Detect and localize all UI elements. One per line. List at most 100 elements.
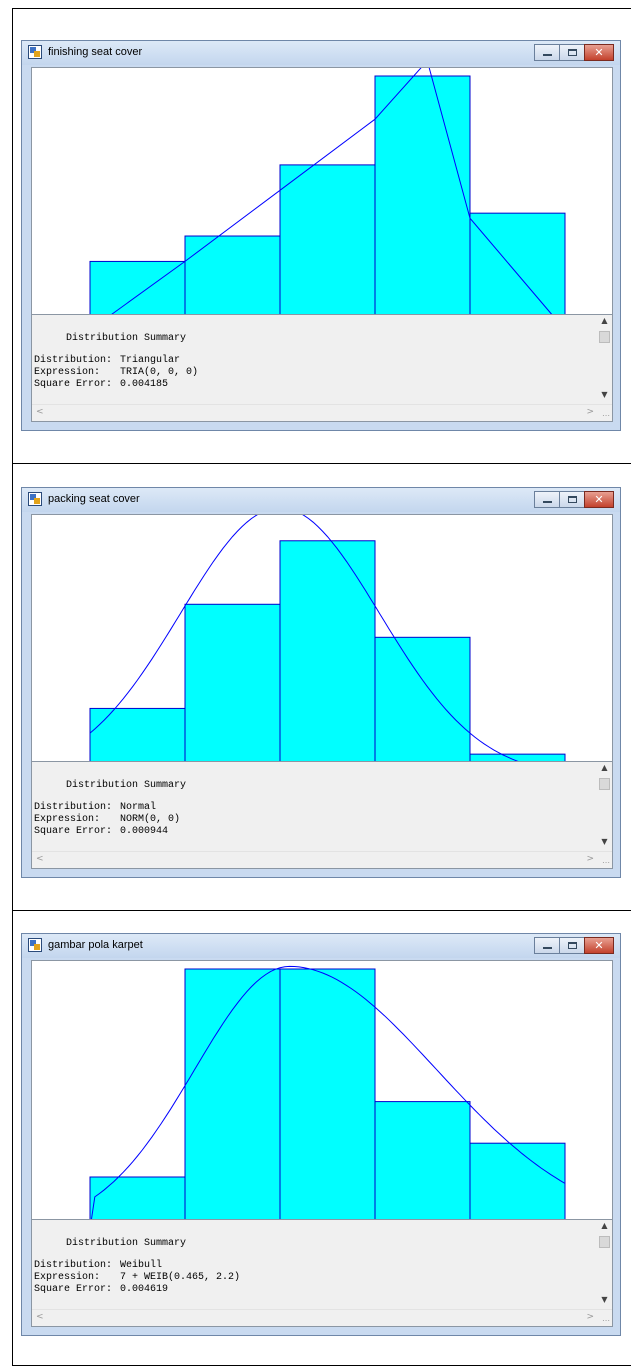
error-label: Square Error:	[34, 1284, 113, 1295]
close-button[interactable]	[584, 44, 614, 61]
close-icon	[585, 45, 613, 60]
scroll-left-icon[interactable]: <	[36, 407, 44, 417]
error-label: Square Error:	[34, 826, 113, 837]
maximize-button[interactable]	[559, 44, 585, 61]
close-icon	[585, 492, 613, 507]
scroll-thumb[interactable]	[599, 331, 610, 343]
summary-panel: Distribution Summary Distribution: Normal…	[31, 761, 613, 869]
window-controls	[534, 44, 614, 61]
resize-grip-icon[interactable]: ⋯	[602, 411, 610, 420]
scroll-right-icon[interactable]: >	[586, 1312, 594, 1322]
histogram-chart	[31, 514, 613, 792]
maximize-button[interactable]	[559, 491, 585, 508]
scroll-down-icon[interactable]: ▼	[597, 1295, 612, 1309]
scroll-down-icon[interactable]: ▼	[597, 390, 612, 404]
scroll-down-icon[interactable]: ▼	[597, 837, 612, 851]
summary-heading: Distribution Summary	[66, 333, 187, 344]
distribution-value: Triangular	[120, 355, 181, 366]
histogram-svg	[32, 515, 612, 778]
distribution-value: Weibull	[120, 1260, 163, 1271]
minimize-button[interactable]	[534, 491, 560, 508]
error-value: 0.000944	[120, 826, 169, 837]
scroll-right-icon[interactable]: >	[586, 854, 594, 864]
scroll-right-icon[interactable]: >	[586, 407, 594, 417]
histogram-bar	[279, 540, 376, 778]
app-icon	[28, 45, 42, 59]
maximize-icon	[560, 492, 584, 507]
minimize-icon	[535, 938, 559, 953]
distribution-label: Distribution:	[34, 802, 113, 813]
distribution-label: Distribution:	[34, 355, 113, 366]
window-title: packing seat cover	[48, 493, 140, 505]
histogram-bar	[469, 1142, 566, 1230]
distribution-window: packing seat cover Distribution Summary …	[21, 487, 621, 878]
horizontal-scrollbar[interactable]: < > ⋯	[32, 404, 612, 421]
minimize-icon	[535, 45, 559, 60]
histogram-chart	[31, 67, 613, 345]
expression-value: TRIA(0, 0, 0)	[120, 367, 199, 378]
summary-lines: Distribution: Normal Expression: NORM(0, 0)…	[34, 802, 180, 838]
expression-label: Expression:	[34, 1272, 101, 1283]
scroll-left-icon[interactable]: <	[36, 1312, 44, 1322]
window-controls	[534, 937, 614, 954]
title-bar[interactable]: finishing seat cover	[22, 41, 620, 65]
histogram-bar	[184, 968, 281, 1230]
maximize-button[interactable]	[559, 937, 585, 954]
vertical-scrollbar[interactable]: ▲ ▼	[597, 315, 612, 405]
resize-grip-icon[interactable]: ⋯	[602, 1316, 610, 1325]
expression-label: Expression:	[34, 814, 101, 825]
summary-heading: Distribution Summary	[66, 780, 187, 791]
minimize-icon	[535, 492, 559, 507]
histogram-bar	[374, 636, 471, 778]
close-icon	[585, 938, 613, 953]
minimize-button[interactable]	[534, 44, 560, 61]
window-title: finishing seat cover	[48, 46, 143, 58]
title-bar[interactable]: packing seat cover	[22, 488, 620, 512]
summary-lines: Distribution: Weibull Expression: 7 + WEIB(…	[34, 1260, 240, 1296]
table-row-divider	[13, 910, 631, 911]
histogram-chart	[31, 960, 613, 1244]
resize-grip-icon[interactable]: ⋯	[602, 858, 610, 867]
summary-panel: Distribution Summary Distribution: Triang…	[31, 314, 613, 422]
distribution-value: Normal	[120, 802, 157, 813]
vertical-scrollbar[interactable]: ▲ ▼	[597, 762, 612, 852]
window-title: gambar pola karpet	[48, 939, 143, 951]
histogram-bar	[279, 968, 376, 1230]
distribution-label: Distribution:	[34, 1260, 113, 1271]
scroll-thumb[interactable]	[599, 1236, 610, 1248]
close-button[interactable]	[584, 937, 614, 954]
histogram-bar	[279, 164, 376, 331]
scroll-up-icon[interactable]: ▲	[597, 316, 612, 330]
summary-lines: Distribution: Triangular Expression: TRIA(0…	[34, 355, 198, 391]
histogram-bar	[184, 603, 281, 778]
window-controls	[534, 491, 614, 508]
histogram-svg	[32, 965, 612, 1230]
histogram-bar	[374, 1101, 471, 1230]
expression-value: 7 + WEIB(0.465, 2.2)	[120, 1272, 241, 1283]
error-label: Square Error:	[34, 379, 113, 390]
scroll-left-icon[interactable]: <	[36, 854, 44, 864]
scroll-up-icon[interactable]: ▲	[597, 1221, 612, 1235]
close-button[interactable]	[584, 491, 614, 508]
summary-panel: Distribution Summary Distribution: Weibul…	[31, 1219, 613, 1327]
expression-label: Expression:	[34, 367, 101, 378]
scroll-up-icon[interactable]: ▲	[597, 763, 612, 777]
table-row-divider	[13, 463, 631, 464]
distribution-window: finishing seat cover Distribution Summar…	[21, 40, 621, 431]
distribution-window: gambar pola karpet Distribution Summary …	[21, 933, 621, 1336]
vertical-scrollbar[interactable]: ▲ ▼	[597, 1220, 612, 1310]
app-icon	[28, 492, 42, 506]
error-value: 0.004185	[120, 379, 169, 390]
title-bar[interactable]: gambar pola karpet	[22, 934, 620, 958]
maximize-icon	[560, 45, 584, 60]
histogram-svg	[32, 68, 612, 331]
horizontal-scrollbar[interactable]: < > ⋯	[32, 851, 612, 868]
app-icon	[28, 938, 42, 952]
error-value: 0.004619	[120, 1284, 169, 1295]
horizontal-scrollbar[interactable]: < > ⋯	[32, 1309, 612, 1326]
summary-heading: Distribution Summary	[66, 1238, 187, 1249]
minimize-button[interactable]	[534, 937, 560, 954]
maximize-icon	[560, 938, 584, 953]
scroll-thumb[interactable]	[599, 778, 610, 790]
expression-value: NORM(0, 0)	[120, 814, 181, 825]
